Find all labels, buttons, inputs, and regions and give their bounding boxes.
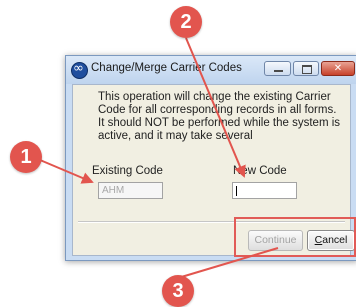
close-icon[interactable]	[321, 61, 355, 76]
window-title: Change/Merge Carrier Codes	[91, 62, 242, 74]
new-code-label: New Code	[233, 165, 287, 177]
minimize-icon[interactable]	[264, 61, 291, 76]
callout-badge-2: 2	[170, 6, 202, 38]
app-logo-icon[interactable]	[71, 61, 88, 79]
text-caret	[236, 186, 237, 196]
existing-code-label: Existing Code	[92, 165, 163, 177]
callout-badge-3: 3	[162, 275, 194, 307]
buttons-highlight-box	[234, 217, 356, 257]
existing-code-value: AHM	[102, 185, 125, 196]
title-bar[interactable]: Change/Merge Carrier Codes	[66, 56, 356, 84]
existing-code-field[interactable]: AHM	[98, 182, 163, 199]
maximize-icon[interactable]	[293, 61, 319, 76]
callout-badge-1: 1	[10, 141, 42, 173]
warning-message: This operation will change the existing …	[98, 91, 341, 142]
new-code-field[interactable]	[232, 182, 297, 199]
